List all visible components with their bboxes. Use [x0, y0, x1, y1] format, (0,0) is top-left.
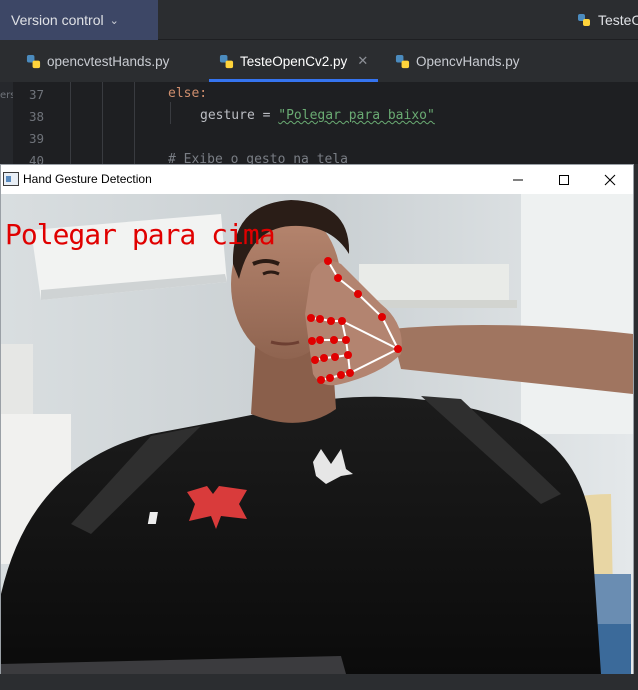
- landmark-point: [331, 353, 339, 361]
- tab-opencvtesthands[interactable]: opencvtestHands.py: [26, 40, 169, 82]
- code-line: else:: [168, 86, 208, 101]
- editor-tabs: opencvtestHands.py TesteOpenCv2.py ✕ Ope…: [0, 40, 638, 82]
- landmark-point: [337, 371, 345, 379]
- ide-bottom-edge: [0, 674, 638, 690]
- landmark-point: [316, 315, 324, 323]
- window-title: Hand Gesture Detection: [23, 172, 152, 186]
- python-file-icon: [395, 54, 410, 68]
- minimize-button[interactable]: [495, 165, 541, 194]
- landmark-point: [327, 317, 335, 325]
- landmark-point: [316, 336, 324, 344]
- line-number: 37: [28, 87, 44, 102]
- tab-label: OpencvHands.py: [416, 53, 520, 69]
- indent-guide: [134, 82, 135, 164]
- minimize-icon: [513, 179, 523, 180]
- code-line: # Exibe o gesto na tela: [168, 152, 349, 164]
- camera-feed: Polegar para cima: [1, 194, 633, 674]
- landmark-point: [344, 351, 352, 359]
- close-tab-icon[interactable]: ✕: [357, 53, 368, 69]
- code-line: gesture = "Polegar para baixo": [200, 108, 435, 123]
- ide-right-edge: [634, 164, 638, 690]
- version-control-menu[interactable]: Version control ⌄: [0, 0, 158, 40]
- python-file-icon: [219, 54, 234, 68]
- landmark-point: [317, 376, 325, 384]
- line-number: 38: [28, 109, 44, 124]
- indent-guide: [70, 82, 71, 164]
- landmark-point: [326, 374, 334, 382]
- landmark-point: [307, 314, 315, 322]
- code-editor[interactable]: ers 37 else: 38 gesture = "Polegar para …: [0, 82, 638, 164]
- tab-label: TesteOpenCv2.py: [240, 53, 348, 69]
- webcam-frame-image: [1, 194, 633, 674]
- landmark-point: [320, 354, 328, 362]
- indent-guide: [102, 82, 103, 164]
- maximize-button[interactable]: [541, 165, 587, 194]
- project-selector[interactable]: TesteO: [576, 0, 638, 40]
- tab-opencvhands[interactable]: OpencvHands.py: [395, 40, 520, 82]
- landmark-point: [334, 274, 342, 282]
- side-panel-strip: ers: [0, 82, 13, 164]
- tab-testeopencv2[interactable]: TesteOpenCv2.py ✕: [208, 40, 379, 82]
- line-number: 39: [28, 131, 44, 146]
- indent-guide: [170, 102, 171, 124]
- landmark-point: [330, 336, 338, 344]
- chevron-down-icon: ⌄: [109, 14, 119, 27]
- gesture-overlay-text: Polegar para cima: [5, 218, 276, 251]
- landmark-point: [354, 290, 362, 298]
- tab-label: opencvtestHands.py: [47, 53, 170, 69]
- window-titlebar[interactable]: Hand Gesture Detection: [1, 165, 633, 194]
- app-window-icon: [3, 172, 19, 186]
- line-number: 40: [28, 153, 44, 164]
- landmark-point: [324, 257, 332, 265]
- landmark-point: [311, 356, 319, 364]
- version-control-label: Version control: [11, 12, 104, 28]
- hand-gesture-window[interactable]: Hand Gesture Detection Polegar para cima: [0, 164, 634, 674]
- close-button[interactable]: [587, 165, 633, 194]
- python-file-icon: [26, 54, 41, 68]
- python-file-icon: [578, 14, 590, 26]
- maximize-icon: [559, 174, 569, 185]
- landmark-point: [346, 369, 354, 377]
- landmark-point: [378, 313, 386, 321]
- landmark-point: [394, 345, 402, 353]
- landmark-point: [308, 337, 316, 345]
- close-icon: [604, 174, 616, 185]
- project-label: TesteO: [598, 12, 638, 28]
- landmark-point: [342, 336, 350, 344]
- ide-topbar: Version control ⌄ TesteO: [0, 0, 638, 40]
- landmark-point: [338, 317, 346, 325]
